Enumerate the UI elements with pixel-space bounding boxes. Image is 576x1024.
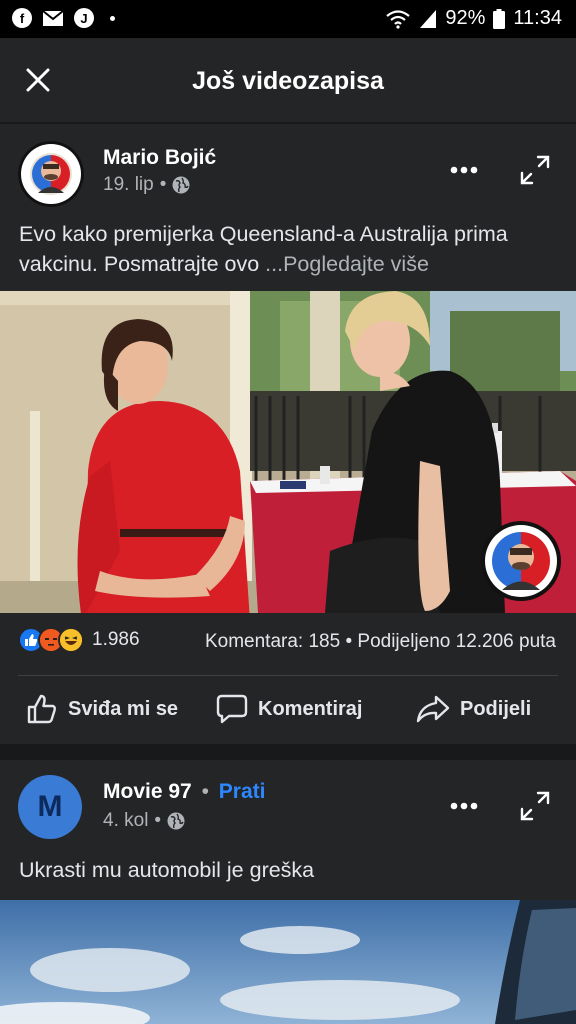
video-player[interactable] [0, 291, 576, 613]
post-date[interactable]: 4. kol [103, 810, 148, 832]
expand-icon [520, 791, 550, 821]
status-bar: f J 92% 11:34 [0, 0, 576, 38]
video-frame [0, 900, 576, 1024]
share-count[interactable]: Podijeljeno 12.206 puta [357, 631, 556, 652]
follow-button[interactable]: Prati [219, 780, 266, 803]
post-text: Ukrasti mu automobil je greška [19, 858, 315, 882]
expand-button[interactable] [518, 153, 552, 187]
post-body: Evo kako premijerka Queensland-a Austral… [19, 222, 508, 276]
separator-dot: • [201, 780, 209, 803]
mario-zna-logo-icon [18, 141, 84, 207]
share-icon [416, 695, 450, 723]
separator-dot: • [345, 631, 353, 652]
post-author[interactable]: Movie 97 [103, 780, 192, 803]
video-player[interactable] [0, 900, 576, 1024]
avatar[interactable] [18, 141, 84, 207]
battery-percent: 92% [445, 7, 486, 29]
post-author[interactable]: Mario Bojić [103, 146, 216, 170]
more-icon [450, 802, 478, 810]
post-date[interactable]: 19. lip [103, 174, 154, 196]
clock-time: 11:34 [513, 7, 562, 29]
haha-reaction-icon [58, 627, 84, 653]
post-stats: Komentara: 185 • Podijeljeno 12.206 puta [205, 631, 556, 653]
expand-icon [520, 155, 550, 185]
j-app-icon: J [74, 8, 94, 28]
globe-icon [167, 812, 185, 830]
wifi-icon [385, 9, 411, 29]
battery-icon [493, 8, 506, 29]
more-options-button[interactable] [446, 155, 482, 185]
post-text: Evo kako premijerka Queensland-a Austral… [19, 219, 554, 279]
comment-button[interactable]: Komentiraj [216, 687, 362, 731]
signal-icon [419, 9, 437, 29]
reaction-count[interactable]: 1.986 [92, 629, 140, 651]
expand-button[interactable] [518, 789, 552, 823]
dot-icon [110, 15, 115, 21]
separator-dot: • [159, 174, 167, 195]
video-post: Mario Bojić 19. lip • Evo kako premijerk… [0, 124, 576, 744]
more-options-button[interactable] [446, 791, 482, 821]
comment-icon [216, 694, 248, 724]
separator-dot: • [154, 810, 162, 831]
like-icon [27, 694, 56, 724]
post-author-row: Movie 97 • Prati [103, 780, 265, 804]
divider [18, 675, 558, 676]
share-button[interactable]: Podijeli [416, 687, 531, 731]
facebook-icon: f [12, 8, 32, 28]
page-title: Još videozapisa [192, 67, 384, 95]
reactions-summary[interactable]: 1.986 [18, 627, 140, 653]
globe-icon [172, 176, 190, 194]
top-bar: Još videozapisa [0, 38, 576, 122]
video-frame [0, 291, 576, 613]
like-label: Sviđa mi se [68, 697, 179, 720]
post-meta: 4. kol • [103, 810, 185, 832]
see-more-link[interactable]: ...Pogledajte više [265, 252, 429, 276]
comment-count[interactable]: Komentara: 185 [205, 631, 340, 652]
post-meta: 19. lip • [103, 174, 190, 196]
video-post: M Movie 97 • Prati 4. kol • Ukrasti mu a… [0, 760, 576, 1024]
comment-label: Komentiraj [258, 697, 363, 720]
avatar[interactable]: M [18, 775, 82, 839]
share-label: Podijeli [460, 697, 532, 720]
gmail-icon [42, 9, 64, 27]
action-bar: Sviđa mi se Komentiraj Podijeli [0, 687, 576, 731]
like-button[interactable]: Sviđa mi se [26, 687, 178, 731]
avatar-initial: M [37, 790, 63, 823]
more-icon [450, 166, 478, 174]
